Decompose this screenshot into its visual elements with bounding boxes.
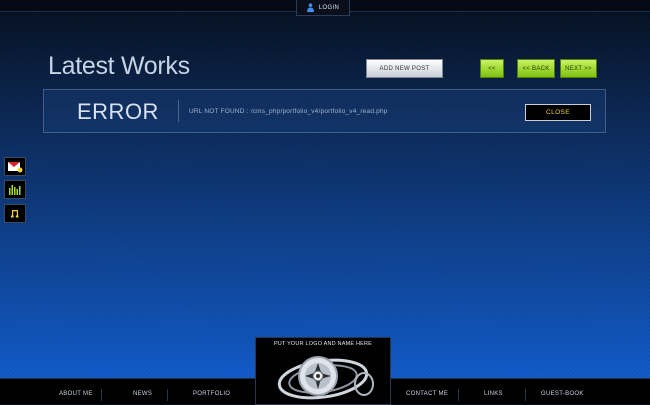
logo-area[interactable]: PUT YOUR LOGO AND NAME HERE xyxy=(255,337,391,405)
next-button[interactable]: NEXT >> xyxy=(560,59,597,78)
nav-links[interactable]: LINKS xyxy=(484,391,503,397)
error-heading: ERROR xyxy=(77,99,159,124)
add-new-post-button[interactable]: ADD NEW POST xyxy=(366,59,443,78)
sidebar-music-button[interactable] xyxy=(4,204,26,223)
nav-separator xyxy=(101,389,102,401)
login-button[interactable]: LOGIN xyxy=(296,0,350,16)
close-button[interactable]: CLOSE xyxy=(525,104,591,121)
nav-about[interactable]: ABOUT ME xyxy=(59,391,93,397)
nav-guestbook[interactable]: GUEST-BOOK xyxy=(541,391,584,397)
login-label: LOGIN xyxy=(318,4,340,11)
logo-emblem xyxy=(277,356,374,400)
music-note-icon xyxy=(11,209,19,217)
user-icon xyxy=(306,3,314,12)
equalizer-icon xyxy=(9,185,21,195)
nav-separator xyxy=(167,389,168,401)
panel-divider xyxy=(178,100,179,122)
error-message: URL NOT FOUND : /cms_php/portfolio_v4/po… xyxy=(189,108,388,115)
back-button[interactable]: << BACK xyxy=(517,59,555,78)
error-panel: ERROR URL NOT FOUND : /cms_php/portfolio… xyxy=(43,89,606,133)
nav-news[interactable]: NEWS xyxy=(133,391,152,397)
sidebar-equalizer-button[interactable] xyxy=(4,180,26,199)
nav-separator xyxy=(458,389,459,401)
nav-separator xyxy=(525,389,526,401)
nav-portfolio[interactable]: PORTFOLIO xyxy=(193,391,230,397)
mail-icon xyxy=(8,161,23,172)
page-title: Latest Works xyxy=(48,52,190,80)
prev-button[interactable]: << xyxy=(480,59,504,78)
nav-contact[interactable]: CONTACT ME xyxy=(406,391,448,397)
sidebar-mail-button[interactable] xyxy=(4,157,26,176)
